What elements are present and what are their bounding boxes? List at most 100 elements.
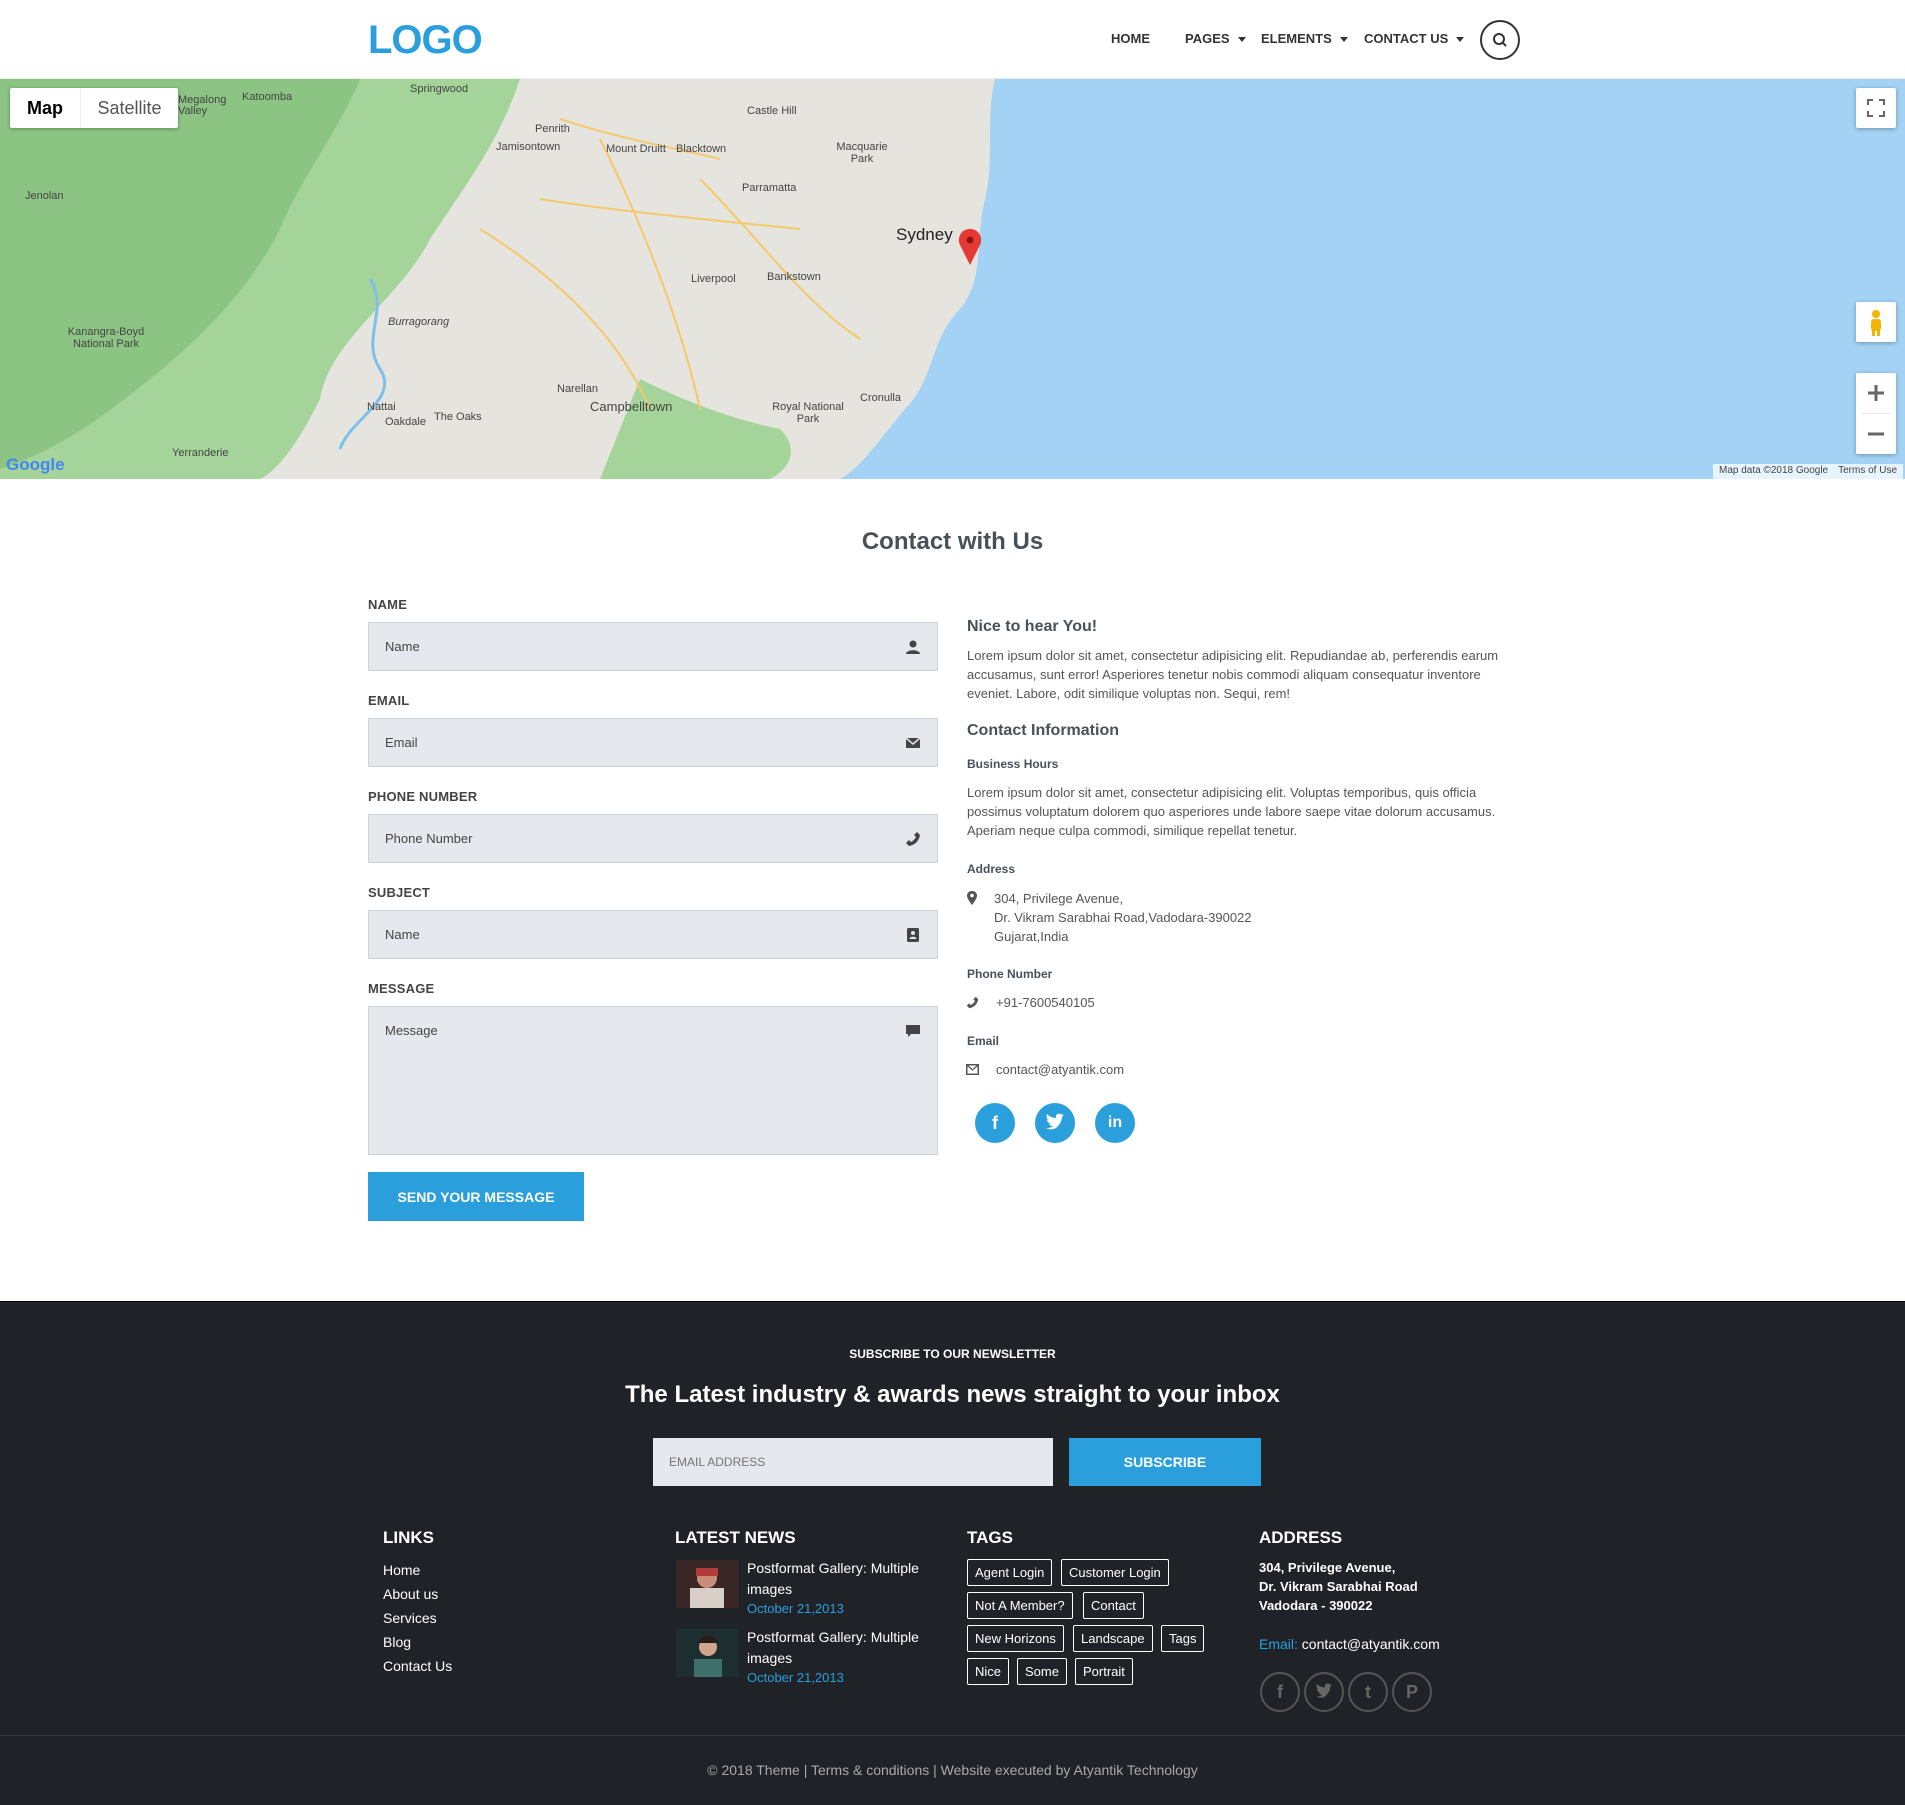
map-place: Narellan bbox=[557, 383, 598, 395]
footer-tumblr-button[interactable]: t bbox=[1348, 1672, 1388, 1712]
subject-input[interactable] bbox=[369, 911, 937, 958]
chevron-down-icon bbox=[1456, 37, 1465, 43]
map-place: Cronulla bbox=[860, 392, 901, 404]
email-input[interactable] bbox=[369, 719, 937, 766]
nav-pages[interactable]: PAGES bbox=[1185, 31, 1246, 46]
subject-field bbox=[368, 910, 938, 959]
message-field bbox=[368, 1006, 938, 1155]
news-thumbnail-image bbox=[676, 1560, 739, 1608]
tag-customer-login[interactable]: Customer Login bbox=[1061, 1559, 1169, 1586]
email-label: EMAIL bbox=[368, 693, 410, 708]
news-title[interactable]: Postformat Gallery: Multiple images bbox=[747, 1627, 947, 1669]
address-line: Vadodara - 390022 bbox=[1259, 1598, 1373, 1613]
tag-tags[interactable]: Tags bbox=[1161, 1625, 1205, 1652]
nav-home-label: HOME bbox=[1111, 31, 1150, 46]
subject-label: SUBJECT bbox=[368, 885, 431, 900]
comment-icon bbox=[906, 1025, 920, 1037]
news-thumbnail-image bbox=[676, 1629, 739, 1677]
tag-contact[interactable]: Contact bbox=[1083, 1592, 1144, 1619]
site-header: LOGO HOME PAGES ELEMENTS CONTACT US bbox=[0, 0, 1905, 79]
linkedin-button[interactable]: in bbox=[1095, 1103, 1135, 1143]
footer-facebook-button[interactable]: f bbox=[1260, 1672, 1300, 1712]
zoom-in-button[interactable] bbox=[1856, 373, 1896, 413]
map-city-label: Sydney bbox=[896, 225, 953, 244]
map-place: Mount Druitt bbox=[606, 143, 666, 155]
nav-contact-us[interactable]: CONTACT US bbox=[1364, 31, 1465, 46]
tag-new-horizons[interactable]: New Horizons bbox=[967, 1625, 1064, 1652]
chevron-down-icon bbox=[1237, 37, 1246, 43]
address-book-icon bbox=[907, 928, 919, 942]
logo[interactable]: LOGO bbox=[368, 18, 483, 63]
map-type-satellite[interactable]: Satellite bbox=[80, 88, 178, 128]
footer-link-services[interactable]: Services bbox=[383, 1610, 437, 1626]
map-marker-icon bbox=[967, 891, 977, 905]
footer-link-about[interactable]: About us bbox=[383, 1586, 438, 1602]
address-line: 304, Privilege Avenue, bbox=[1259, 1560, 1396, 1575]
tag-agent-login[interactable]: Agent Login bbox=[967, 1559, 1053, 1586]
footer-link-home[interactable]: Home bbox=[383, 1562, 420, 1578]
phone-field bbox=[368, 814, 938, 863]
contact-info-heading: Contact Information bbox=[967, 722, 1119, 739]
copyright: © 2018 Theme | Terms & conditions | Webs… bbox=[707, 1762, 1198, 1778]
tag-not-a-member[interactable]: Not A Member? bbox=[967, 1592, 1073, 1619]
zoom-controls bbox=[1856, 373, 1896, 454]
footer-email-value[interactable]: contact@atyantik.com bbox=[1302, 1636, 1440, 1652]
zoom-out-button[interactable] bbox=[1856, 414, 1896, 454]
tag-landscape[interactable]: Landscape bbox=[1073, 1625, 1153, 1652]
nav-home[interactable]: HOME bbox=[1111, 31, 1150, 46]
message-label: MESSAGE bbox=[368, 981, 435, 996]
terms-of-use-link[interactable]: Terms of Use bbox=[1838, 465, 1897, 476]
news-thumbnail[interactable] bbox=[676, 1560, 739, 1608]
map-place: Blacktown bbox=[676, 143, 727, 155]
facebook-button[interactable]: f bbox=[975, 1103, 1015, 1143]
nav-elements-label: ELEMENTS bbox=[1261, 31, 1332, 46]
nav-elements[interactable]: ELEMENTS bbox=[1261, 31, 1348, 46]
footer-email-label: Email: bbox=[1259, 1636, 1298, 1652]
map-place: Penrith bbox=[535, 123, 570, 135]
tag-some[interactable]: Some bbox=[1017, 1658, 1067, 1685]
phone-number-value[interactable]: +91-7600540105 bbox=[996, 995, 1095, 1010]
fullscreen-icon bbox=[1867, 99, 1885, 117]
footer-link-contact[interactable]: Contact Us bbox=[383, 1658, 452, 1674]
fullscreen-button[interactable] bbox=[1856, 88, 1896, 128]
phone-input[interactable] bbox=[369, 815, 937, 862]
send-message-button[interactable]: SEND YOUR MESSAGE bbox=[368, 1172, 584, 1221]
footer-pinterest-button[interactable]: P bbox=[1392, 1672, 1432, 1712]
tag-nice[interactable]: Nice bbox=[967, 1658, 1010, 1685]
news-title[interactable]: Postformat Gallery: Multiple images bbox=[747, 1558, 947, 1600]
news-thumbnail[interactable] bbox=[676, 1629, 739, 1677]
pinterest-icon: P bbox=[1405, 1682, 1418, 1702]
name-label: NAME bbox=[368, 597, 408, 612]
map-place: The Oaks bbox=[434, 411, 482, 423]
footer-twitter-button[interactable] bbox=[1304, 1672, 1344, 1712]
map-type-map[interactable]: Map bbox=[10, 88, 80, 128]
map-place: Megalong Valley bbox=[178, 94, 227, 117]
street-view-button[interactable] bbox=[1856, 302, 1896, 342]
map-place: Jenolan bbox=[25, 190, 64, 202]
facebook-icon: f bbox=[992, 1113, 998, 1133]
address-block: 304, Privilege Avenue, Dr. Vikram Sarabh… bbox=[994, 889, 1252, 946]
map-place: Campbelltown bbox=[590, 399, 673, 414]
subscribe-button[interactable]: SUBSCRIBE bbox=[1069, 1438, 1261, 1486]
email-value[interactable]: contact@atyantik.com bbox=[996, 1062, 1124, 1077]
links-heading: LINKS bbox=[383, 1528, 434, 1547]
business-hours-label: Business Hours bbox=[967, 757, 1059, 771]
twitter-button[interactable] bbox=[1035, 1103, 1075, 1143]
twitter-icon bbox=[1315, 1683, 1333, 1698]
search-button[interactable] bbox=[1480, 20, 1520, 60]
map[interactable]: Springwood Katoomba Megalong Valley Penr… bbox=[0, 79, 1905, 479]
message-input[interactable] bbox=[369, 1007, 937, 1154]
right-heading: Nice to hear You! bbox=[967, 618, 1098, 635]
map-place: Burragorang bbox=[388, 316, 450, 328]
address-heading: ADDRESS bbox=[1259, 1528, 1343, 1547]
footer bbox=[0, 1301, 1905, 1805]
newsletter-kicker: SUBSCRIBE TO OUR NEWSLETTER bbox=[849, 1347, 1056, 1361]
user-icon bbox=[906, 640, 920, 654]
tag-portrait[interactable]: Portrait bbox=[1075, 1658, 1133, 1685]
map-place: Macquarie Park bbox=[836, 141, 888, 165]
linkedin-icon: in bbox=[1107, 1114, 1123, 1131]
footer-link-blog[interactable]: Blog bbox=[383, 1634, 411, 1650]
name-input[interactable] bbox=[369, 623, 937, 670]
newsletter-email-input[interactable] bbox=[653, 1438, 1053, 1486]
email-field bbox=[368, 718, 938, 767]
